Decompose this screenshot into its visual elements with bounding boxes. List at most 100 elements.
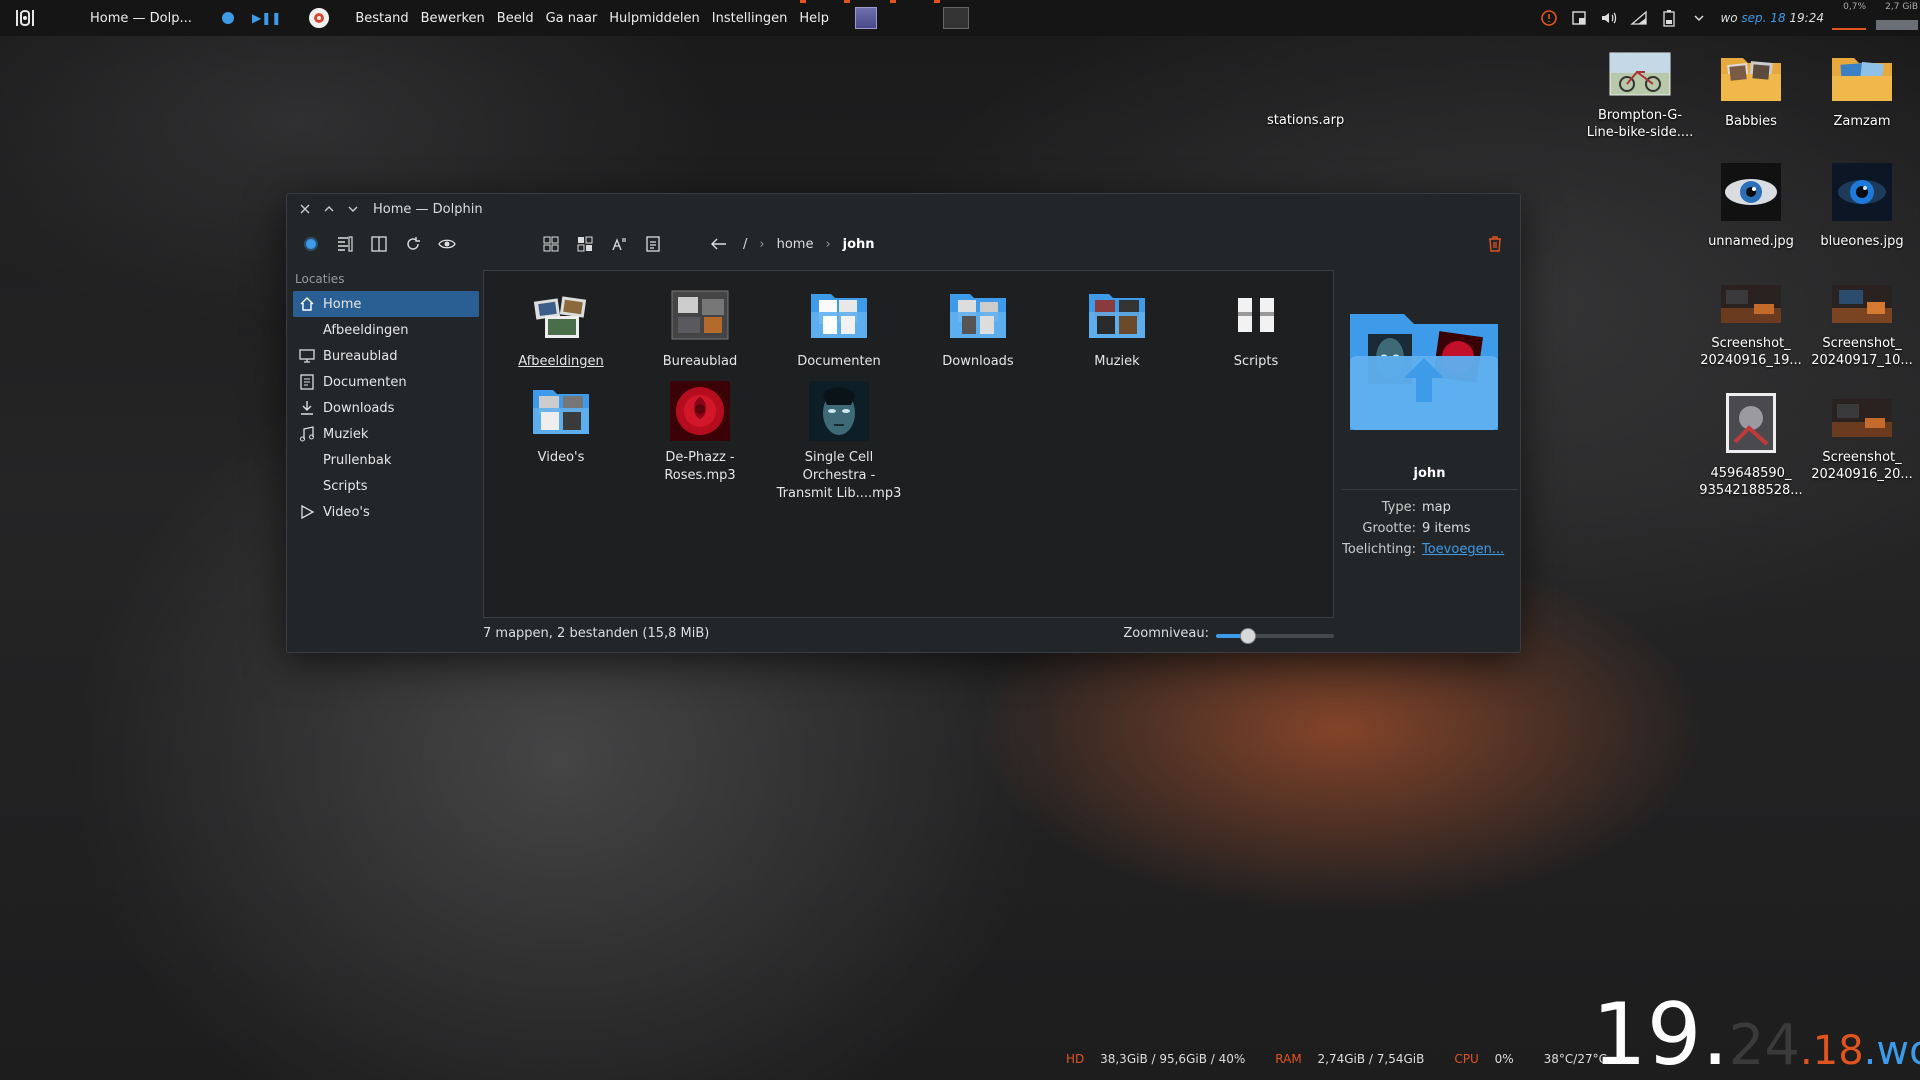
reload-icon[interactable] (401, 232, 425, 256)
file-item-muziek[interactable]: Muziek (1052, 285, 1182, 371)
file-label: Single Cell Orchestra - Transmit Lib....… (776, 450, 902, 501)
taskbar-window-title[interactable]: Home — Dolp... (90, 11, 200, 26)
sidebar-item-videos[interactable]: Video's (293, 499, 479, 525)
file-label: De-Phazz - Roses.mp3 (664, 450, 736, 483)
ram-meter[interactable]: 2,7 GiB (1874, 0, 1920, 36)
add-comment-link[interactable]: Toevoegen... (1422, 542, 1504, 557)
record-dot-icon[interactable] (222, 12, 234, 24)
desktop-icon-screenshot-0916-20[interactable]: Screenshot_ 20240916_20... (1808, 398, 1916, 483)
desktop-icon-label: unnamed.jpg (1708, 234, 1794, 249)
sidebar-item-prullenbak[interactable]: Prullenbak (293, 447, 479, 473)
sidebar-item-home[interactable]: Home (293, 291, 479, 317)
menu-instellingen[interactable]: Instellingen (706, 11, 794, 26)
filter-panel-icon[interactable] (333, 232, 357, 256)
file-label: Downloads (942, 354, 1014, 369)
folder-documents-icon (807, 285, 871, 345)
desktop-icon-459648590[interactable]: 459648590_ 93542188528... (1697, 392, 1805, 499)
info-name: john (1342, 466, 1517, 490)
info-row-comment: Toelichting: Toevoegen... (1342, 542, 1517, 557)
updates-icon[interactable] (1540, 9, 1558, 27)
desktop-icon-label: blueones.jpg (1820, 234, 1904, 249)
sidebar-item-downloads[interactable]: Downloads (293, 395, 479, 421)
back-arrow-icon[interactable] (707, 232, 731, 256)
zoom-slider-handle[interactable] (1240, 628, 1256, 644)
maximize-chevron-up-icon[interactable] (321, 201, 337, 217)
file-item-bureaublad[interactable]: Bureaublad (635, 285, 765, 371)
screenshot-icon (1808, 284, 1916, 329)
file-item-videos[interactable]: Video's (496, 381, 626, 467)
sort-icon[interactable] (607, 232, 631, 256)
sidebar-item-afbeeldingen[interactable]: Afbeeldingen (293, 317, 479, 343)
file-item-single-cell-orchestra[interactable]: Single Cell Orchestra - Transmit Lib....… (774, 381, 904, 503)
app-launcher-icon[interactable] (12, 5, 38, 31)
menu-ga-naar[interactable]: Ga naar (540, 11, 604, 26)
menu-hulpmiddelen[interactable]: Hulpmiddelen (603, 11, 706, 26)
volume-icon[interactable] (1600, 9, 1618, 27)
file-item-downloads[interactable]: Downloads (913, 285, 1043, 371)
clock-time: 19:24 (1789, 11, 1824, 25)
clipboard-icon[interactable] (1570, 9, 1588, 27)
sidebar-item-label: Afbeeldingen (323, 322, 409, 338)
panel-clock[interactable]: wo sep. 18 19:24 (1720, 11, 1824, 25)
window-titlebar[interactable]: Home — Dolphin (287, 194, 1520, 224)
sidebar-item-muziek[interactable]: Muziek (293, 421, 479, 447)
trash-icon[interactable] (1483, 232, 1507, 256)
desktop-icon-screenshot-0917-10[interactable]: Screenshot_ 20240917_10... (1808, 284, 1916, 369)
split-view-icon[interactable] (367, 232, 391, 256)
desktop-icon-babbies[interactable]: Babbies (1697, 52, 1805, 130)
desktop-file-stations[interactable]: stations.arp (1267, 113, 1344, 128)
stat-ram: RAM 2,74GiB / 7,54GiB (1275, 1052, 1424, 1066)
sidebar-item-label: Prullenbak (323, 452, 392, 468)
file-item-documenten[interactable]: Documenten (774, 285, 904, 371)
desktop-icon-label: Babbies (1725, 114, 1777, 129)
menu-beeld[interactable]: Beeld (491, 11, 540, 26)
file-item-de-phazz-roses[interactable]: De-Phazz - Roses.mp3 (635, 381, 765, 485)
cpu-meter[interactable]: 0,7% (1830, 0, 1868, 36)
audio-face-icon (807, 381, 871, 441)
file-item-scripts[interactable]: Scripts (1191, 285, 1321, 371)
breadcrumb-root[interactable]: / (743, 237, 747, 252)
minimize-chevron-down-icon[interactable] (345, 201, 361, 217)
stat-label: HD (1066, 1052, 1085, 1066)
battery-icon[interactable] (1660, 9, 1678, 27)
media-disc-icon[interactable] (309, 8, 330, 28)
window-thumbnail-2[interactable] (942, 7, 969, 29)
file-item-afbeeldingen[interactable]: Afbeeldingen (496, 285, 626, 371)
sidebar-item-label: Muziek (323, 426, 369, 442)
network-icon[interactable] (1630, 9, 1648, 27)
sidebar-heading: Locaties (295, 272, 345, 286)
zoom-slider[interactable] (1216, 628, 1334, 644)
play-pause-icon[interactable]: ▶❚❚ (252, 11, 281, 25)
screenshot-icon (1808, 398, 1916, 443)
sidebar-item-scripts[interactable]: Scripts (293, 473, 479, 499)
menu-help[interactable]: Help (793, 11, 835, 26)
sidebar-item-documenten[interactable]: Documenten (293, 369, 479, 395)
audio-rose-icon (668, 381, 732, 441)
folder-preview-icon (1348, 306, 1500, 436)
sidebar-item-bureaublad[interactable]: Bureaublad (293, 343, 479, 369)
zoom-label: Zoomniveau: (1123, 626, 1209, 641)
menu-bewerken[interactable]: Bewerken (415, 11, 491, 26)
menu-bestand[interactable]: Bestand (349, 11, 414, 26)
close-icon[interactable] (297, 201, 313, 217)
window-thumbnail-1[interactable] (854, 7, 877, 29)
desktop-icon-screenshot-0916-19[interactable]: Screenshot_ 20240916_19... (1697, 284, 1805, 369)
folder-downloads-icon (946, 285, 1010, 345)
breadcrumb-home[interactable]: home (777, 237, 814, 252)
eye-photo-icon (1808, 162, 1916, 227)
desktop-icon-zamzam[interactable]: Zamzam (1808, 52, 1916, 130)
desktop-icon-brompton[interactable]: Brompton-G-Line-bike-side.... (1586, 52, 1694, 141)
desktop-icon-unnamed[interactable]: unnamed.jpg (1697, 162, 1805, 250)
stat-label: RAM (1275, 1052, 1302, 1066)
big-clock-dot: . (1701, 985, 1729, 1080)
details-view-icon[interactable] (641, 232, 665, 256)
compact-view-icon[interactable] (573, 232, 597, 256)
file-view[interactable]: Afbeeldingen Bureaublad Documenten Downl… (483, 270, 1334, 618)
preview-eye-icon[interactable] (435, 232, 459, 256)
places-toggle-icon[interactable] (299, 232, 323, 256)
tray-expand-chevron-icon[interactable] (1690, 9, 1708, 27)
desktop-icon-blueones[interactable]: blueones.jpg (1808, 162, 1916, 250)
global-menu: Bestand Bewerken Beeld Ga naar Hulpmidde… (349, 11, 835, 26)
icons-view-icon[interactable] (539, 232, 563, 256)
breadcrumb-john[interactable]: john (843, 237, 875, 252)
